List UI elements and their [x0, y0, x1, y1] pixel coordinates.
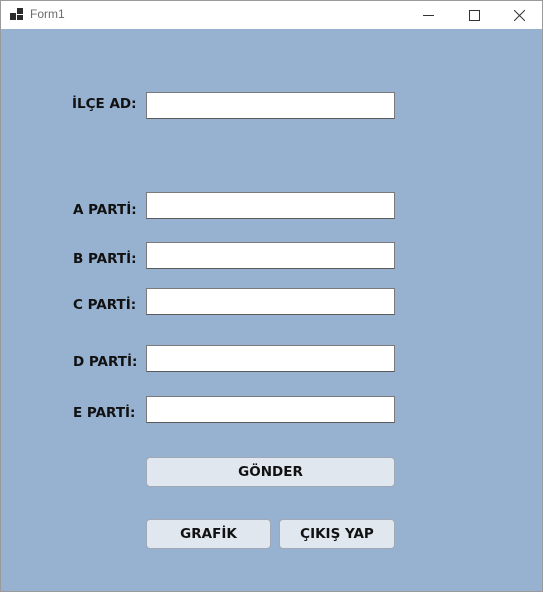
submit-button[interactable]: GÖNDER	[146, 457, 395, 487]
party-a-label: A PARTİ:	[73, 202, 137, 218]
district-label: İLÇE AD:	[72, 96, 137, 112]
app-icon	[10, 8, 23, 20]
party-c-label: C PARTİ:	[73, 297, 137, 313]
maximize-button[interactable]	[451, 1, 497, 29]
minimize-icon	[422, 14, 434, 16]
party-d-label: D PARTİ:	[73, 354, 138, 370]
app-window: Form1 İLÇE AD: A PARTİ: B PARTİ: C PARTİ…	[0, 0, 543, 592]
title-bar[interactable]: Form1	[1, 1, 542, 29]
party-b-label: B PARTİ:	[73, 251, 137, 267]
party-d-input[interactable]	[146, 345, 395, 372]
close-icon	[513, 9, 525, 21]
party-e-label: E PARTİ:	[73, 405, 136, 421]
minimize-button[interactable]	[405, 1, 451, 29]
close-button[interactable]	[496, 1, 542, 29]
maximize-icon	[468, 9, 480, 21]
party-c-input[interactable]	[146, 288, 395, 315]
exit-button[interactable]: ÇIKIŞ YAP	[279, 519, 395, 549]
chart-button[interactable]: GRAFİK	[146, 519, 271, 549]
party-b-input[interactable]	[146, 242, 395, 269]
district-input[interactable]	[146, 92, 395, 119]
party-e-input[interactable]	[146, 396, 395, 423]
window-title: Form1	[30, 7, 65, 21]
party-a-input[interactable]	[146, 192, 395, 219]
